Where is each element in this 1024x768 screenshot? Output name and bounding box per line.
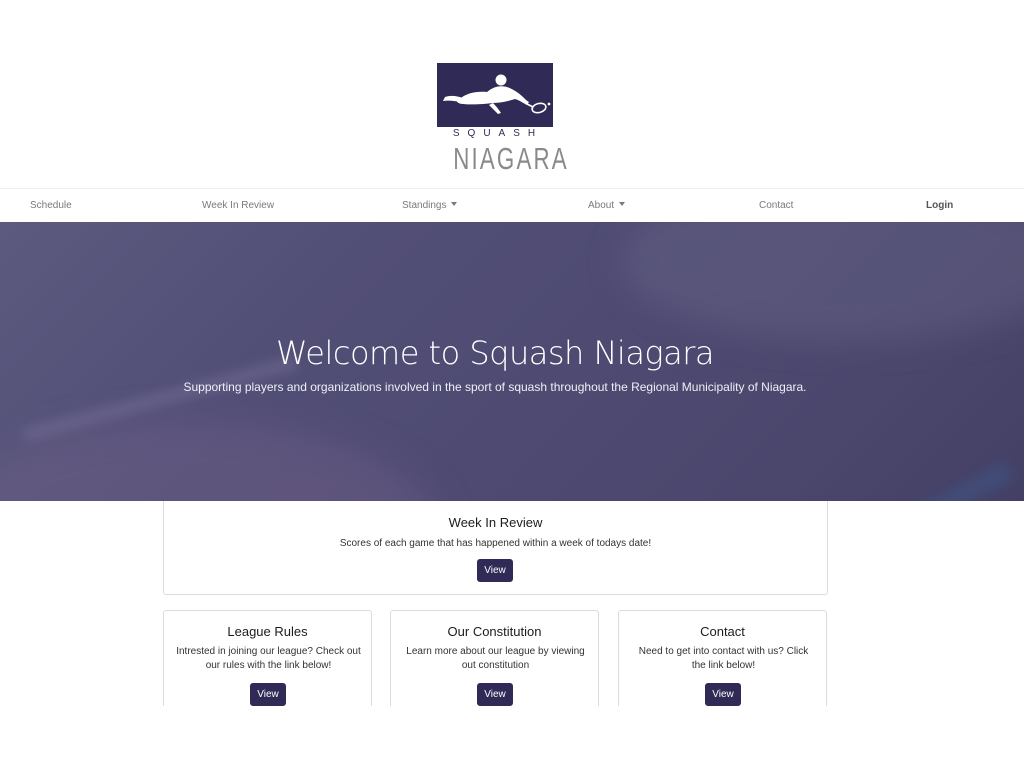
nav-schedule[interactable]: Schedule bbox=[30, 189, 72, 223]
logo-text-squash: SQUASH bbox=[452, 128, 544, 139]
card-week-in-review: Week In Review Scores of each game that … bbox=[163, 501, 828, 595]
nav-standings-dropdown[interactable]: Standings bbox=[402, 189, 458, 223]
nav-contact[interactable]: Contact bbox=[759, 189, 793, 223]
card-text: Intrested in joining our league? Check o… bbox=[176, 646, 361, 671]
hero-background-shape bbox=[620, 222, 1024, 342]
card-title: Week In Review bbox=[448, 515, 543, 530]
card-text: Scores of each game that has happened wi… bbox=[339, 538, 652, 549]
nav-about-dropdown[interactable]: About bbox=[588, 189, 626, 223]
week-in-review-view-button[interactable]: View bbox=[477, 559, 513, 582]
card-contact: Contact Need to get into contact with us… bbox=[618, 610, 827, 720]
nav-login[interactable]: Login bbox=[926, 189, 953, 223]
squash-niagara-logo[interactable]: SQUASH NIAGARA bbox=[437, 63, 569, 176]
hero-background-shape bbox=[0, 422, 440, 501]
chevron-down-icon bbox=[451, 202, 458, 206]
logo-player-emblem bbox=[437, 63, 553, 127]
nav-schedule-label: Schedule bbox=[30, 200, 72, 211]
nav-about-label: About bbox=[588, 200, 615, 211]
card-title: League Rules bbox=[227, 624, 308, 639]
page-bottom-blank bbox=[0, 706, 1024, 768]
card-league-rules: League Rules Intrested in joining our le… bbox=[163, 610, 372, 720]
hero-banner: Welcome to Squash Niagara Supporting pla… bbox=[0, 222, 1024, 501]
nav-login-label: Login bbox=[926, 200, 954, 211]
constitution-view-button[interactable]: View bbox=[477, 683, 513, 706]
card-text: Need to get into contact with us? Click … bbox=[638, 646, 809, 671]
nav-week-in-review[interactable]: Week In Review bbox=[202, 189, 274, 223]
nav-week-in-review-label: Week In Review bbox=[202, 200, 275, 211]
squash-player-icon bbox=[443, 74, 551, 114]
nav-contact-label: Contact bbox=[759, 200, 794, 211]
nav-standings-label: Standings bbox=[402, 200, 447, 211]
hero-subtitle: Supporting players and organizations inv… bbox=[183, 380, 807, 394]
card-title: Our Constitution bbox=[447, 624, 542, 639]
card-title: Contact bbox=[700, 624, 745, 639]
hero-title: Welcome to Squash Niagara bbox=[276, 334, 715, 372]
hero-background-shape bbox=[545, 461, 1015, 501]
league-rules-view-button[interactable]: View bbox=[250, 683, 286, 706]
contact-view-button[interactable]: View bbox=[705, 683, 741, 706]
chevron-down-icon bbox=[619, 202, 626, 206]
logo-text-niagara: NIAGARA bbox=[453, 141, 569, 176]
card-text: Learn more about our league by viewing o… bbox=[406, 646, 585, 671]
card-constitution: Our Constitution Learn more about our le… bbox=[390, 610, 599, 720]
main-navbar: Schedule Week In Review Standings About … bbox=[0, 188, 1024, 222]
site-header: SQUASH NIAGARA bbox=[0, 0, 1024, 188]
